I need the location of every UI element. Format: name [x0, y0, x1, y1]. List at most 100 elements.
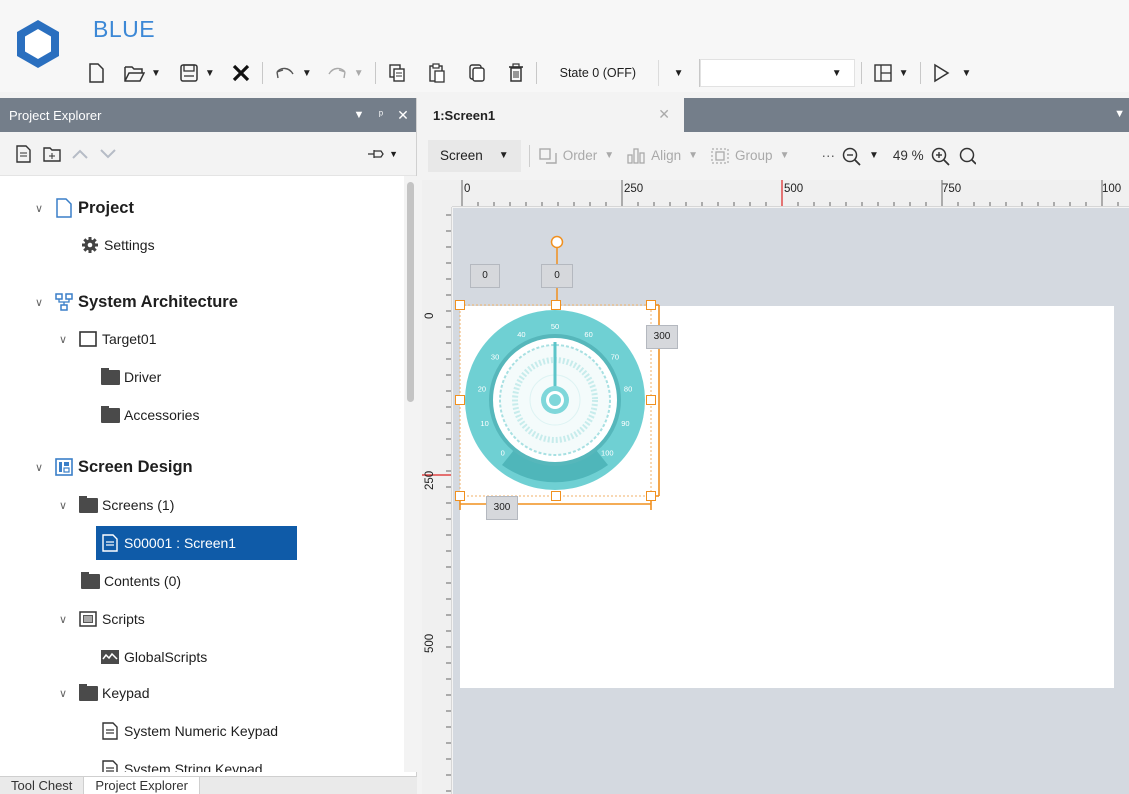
- undo-button[interactable]: ▼: [269, 60, 317, 86]
- ruler-ticks: [422, 214, 451, 792]
- chevron-down-icon[interactable]: ∨: [56, 613, 70, 626]
- ruler-label: 0: [424, 312, 436, 319]
- toolbar-separator: [535, 62, 537, 84]
- tree-node-project[interactable]: ∨ Project: [34, 191, 134, 225]
- tree-node-globalscripts[interactable]: GlobalScripts: [100, 640, 207, 674]
- scrollbar-thumb[interactable]: [407, 182, 414, 402]
- gauge-scale-label: 10: [480, 419, 488, 428]
- design-canvas[interactable]: 0 10 20 30 40 50 60 70 80 90 100 0 0 300 300: [453, 208, 1129, 794]
- tree-node-screens[interactable]: ∨ Screens (1): [58, 488, 174, 522]
- resize-handle[interactable]: [455, 491, 465, 501]
- screen-select-value: Screen: [440, 148, 483, 163]
- more-button[interactable]: ···: [821, 148, 835, 163]
- resize-handle[interactable]: [455, 395, 465, 405]
- global-scripts-icon: [100, 647, 120, 667]
- folder-icon: [100, 367, 120, 387]
- layout-icon: [873, 64, 892, 82]
- zoom-fit-icon[interactable]: [958, 146, 976, 166]
- tab-screen1[interactable]: 1:Screen1 ✕: [422, 98, 684, 132]
- chevron-down-icon[interactable]: ∨: [32, 202, 46, 215]
- secondary-select[interactable]: ▼: [699, 59, 855, 87]
- new-file-button[interactable]: [82, 60, 110, 86]
- chevron-down-icon: ▼: [353, 67, 364, 79]
- close-button[interactable]: [226, 60, 256, 86]
- run-button[interactable]: ▼: [927, 60, 977, 86]
- align-icon: [627, 147, 645, 164]
- add-folder-button[interactable]: [38, 140, 66, 168]
- pin-dropdown[interactable]: ▼: [367, 148, 398, 160]
- chevron-down-icon[interactable]: ∨: [32, 461, 46, 474]
- chevron-down-icon[interactable]: ∨: [32, 296, 46, 309]
- tree-node-screen-design[interactable]: ∨ Screen Design: [34, 450, 193, 484]
- resize-handle[interactable]: [551, 491, 561, 501]
- group-button[interactable]: Group ▼: [710, 147, 789, 165]
- panel-menu-icon[interactable]: ▼: [350, 109, 368, 121]
- open-button[interactable]: ▼: [118, 60, 166, 86]
- screen-select[interactable]: Screen ▼: [428, 139, 521, 172]
- resize-handle[interactable]: [646, 300, 656, 310]
- tree-node-driver[interactable]: Driver: [100, 360, 161, 394]
- zoom-in-icon[interactable]: [930, 146, 952, 166]
- tab-tool-chest[interactable]: Tool Chest: [0, 777, 83, 794]
- close-icon[interactable]: ✕: [394, 107, 412, 124]
- save-icon: [180, 64, 198, 82]
- paste-button[interactable]: [422, 60, 452, 86]
- gauge-scale-label: 20: [478, 384, 486, 393]
- toolbar-separator: [528, 144, 530, 167]
- new-file-icon: [89, 63, 104, 83]
- resize-handle[interactable]: [646, 491, 656, 501]
- redo-button[interactable]: ▼: [321, 60, 369, 86]
- chevron-down-icon: ▼: [204, 67, 215, 79]
- project-explorer-header: Project Explorer ▼ ᵖ ✕: [0, 98, 416, 132]
- state-select[interactable]: State 0 (OFF) ▼: [549, 59, 700, 87]
- tree-node-scripts[interactable]: ∨ Scripts: [58, 602, 145, 636]
- resize-handle[interactable]: [455, 300, 465, 310]
- tree-node-accessories[interactable]: Accessories: [100, 398, 199, 432]
- chevron-down-icon: ▼: [498, 150, 509, 161]
- chevron-down-icon: ▼: [301, 67, 312, 79]
- zoom-out-icon[interactable]: [841, 146, 863, 166]
- chevron-down-icon[interactable]: ∨: [56, 499, 70, 512]
- duplicate-button[interactable]: [462, 60, 492, 86]
- align-button[interactable]: Align ▼: [626, 147, 698, 165]
- tree-node-system-string-keypad[interactable]: System String Keypad: [100, 752, 263, 772]
- delete-button[interactable]: [502, 60, 530, 86]
- toolbar-separator: [261, 62, 263, 84]
- tree-node-screen1[interactable]: S00001 : Screen1: [96, 526, 297, 560]
- tree-node-keypad[interactable]: ∨ Keypad: [58, 676, 149, 710]
- chevron-down-icon[interactable]: ▼: [869, 150, 879, 161]
- add-document-icon: [16, 144, 31, 163]
- save-button[interactable]: ▼: [174, 60, 220, 86]
- order-button[interactable]: Order ▼: [538, 147, 614, 165]
- tree-node-system-numeric-keypad[interactable]: System Numeric Keypad: [100, 714, 278, 748]
- tree-node-settings[interactable]: Settings: [80, 228, 155, 262]
- main-toolbar: ▼ ▼ ▼ ▼ State 0 (OFF) ▼ ▼ ▼ ▼: [82, 58, 976, 88]
- tree-node-target01[interactable]: ∨ Target01: [56, 322, 157, 356]
- toolbar-separator: [919, 62, 921, 84]
- tree-scrollbar[interactable]: [404, 176, 417, 772]
- copy-button[interactable]: [382, 60, 412, 86]
- gauge-scale-label: 90: [621, 419, 629, 428]
- pin-icon[interactable]: ᵖ: [372, 109, 390, 121]
- layout-button[interactable]: ▼: [868, 60, 914, 86]
- move-down-button[interactable]: [94, 140, 122, 168]
- gauge-widget[interactable]: 0 10 20 30 40 50 60 70 80 90 100: [462, 307, 648, 493]
- resize-handle[interactable]: [551, 300, 561, 310]
- move-up-button[interactable]: [66, 140, 94, 168]
- ruler-label: 250: [424, 470, 436, 490]
- close-icon[interactable]: ✕: [658, 106, 670, 123]
- add-item-button[interactable]: [10, 140, 38, 168]
- tab-project-explorer[interactable]: Project Explorer: [83, 777, 200, 794]
- chevron-down-icon[interactable]: ∨: [56, 687, 70, 700]
- chevron-down-icon: ▼: [673, 67, 684, 79]
- chevron-down-icon: ▼: [831, 67, 842, 79]
- add-folder-icon: [43, 146, 61, 162]
- chevron-down-icon[interactable]: ∨: [56, 333, 70, 346]
- tab-overflow-icon[interactable]: ▼: [1114, 108, 1125, 120]
- y-position-readout: 0: [541, 264, 573, 288]
- chevron-up-icon: [72, 149, 88, 159]
- tree-node-contents[interactable]: Contents (0): [80, 564, 181, 598]
- resize-handle[interactable]: [646, 395, 656, 405]
- tree-node-system-architecture[interactable]: ∨ System Architecture: [34, 285, 238, 319]
- ruler-label: 500: [424, 633, 436, 653]
